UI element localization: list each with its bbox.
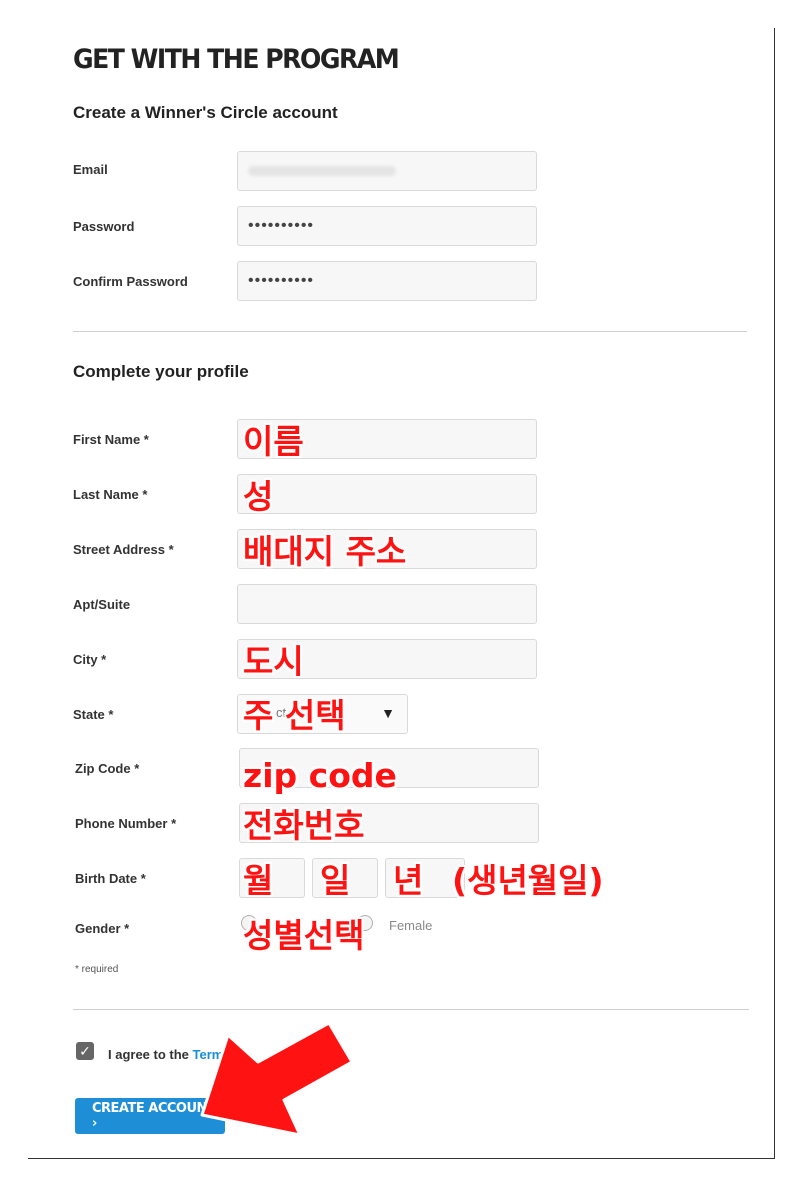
password-label: Password (73, 219, 135, 234)
dropdown-arrow-icon: ▼ (381, 705, 395, 721)
birth-day-field[interactable] (312, 858, 378, 898)
phone-number-label: Phone Number * (75, 816, 177, 831)
last-name-field[interactable] (237, 474, 537, 514)
last-name-label: Last Name * (73, 487, 148, 502)
birth-date-label: Birth Date * (75, 871, 146, 886)
state-select-value: ct (276, 705, 287, 720)
agree-prefix: I agree to the (108, 1047, 189, 1062)
street-address-field[interactable] (237, 529, 537, 569)
frame-right-border (774, 28, 775, 1158)
checkmark-icon: ✓ (79, 1043, 91, 1059)
agree-terms-text: I agree to the Term (108, 1047, 223, 1062)
city-label: City * (73, 652, 107, 667)
required-note: * required (75, 964, 119, 975)
state-label: State * (73, 707, 114, 722)
create-account-button[interactable]: CREATE ACCOUNT › (75, 1098, 225, 1134)
form-divider (73, 1009, 749, 1010)
gender-female-radio[interactable] (357, 915, 373, 931)
account-section-heading: Create a Winner's Circle account (73, 103, 338, 122)
zip-code-label: Zip Code * (75, 761, 140, 776)
phone-number-field[interactable] (239, 803, 539, 843)
first-name-label: First Name * (73, 432, 149, 447)
frame-bottom-border (28, 1158, 775, 1159)
gender-female-label: Female (389, 918, 433, 933)
annotation-birth-note: (생년월일) (452, 861, 604, 900)
confirm-password-label: Confirm Password (73, 274, 188, 289)
confirm-password-value: •••••••••• (248, 272, 315, 289)
birth-year-field[interactable] (385, 858, 465, 898)
cancel-link[interactable]: l (284, 1108, 287, 1123)
birth-month-field[interactable] (239, 858, 305, 898)
zip-code-field[interactable] (239, 748, 539, 788)
gender-label: Gender * (75, 921, 130, 936)
street-address-label: Street Address * (73, 542, 174, 557)
password-value: •••••••••• (248, 217, 315, 234)
first-name-field[interactable] (237, 419, 537, 459)
email-value-blurred (248, 166, 396, 176)
state-select[interactable]: ct ▼ (237, 694, 408, 734)
agree-terms-checkbox[interactable]: ✓ (76, 1042, 94, 1060)
profile-section-heading: Complete your profile (73, 362, 249, 381)
gender-male-radio[interactable] (241, 915, 257, 931)
apt-suite-field[interactable] (237, 584, 537, 624)
confirm-password-field[interactable]: •••••••••• (237, 261, 537, 301)
terms-link[interactable]: Term (193, 1047, 224, 1062)
page-title: GET WITH THE PROGRAM (73, 44, 400, 75)
city-field[interactable] (237, 639, 537, 679)
apt-suite-label: Apt/Suite (73, 597, 131, 612)
email-label: Email (73, 162, 108, 177)
section-divider (73, 331, 747, 332)
password-field[interactable]: •••••••••• (237, 206, 537, 246)
annotation-gender: 성별선택 (243, 916, 365, 955)
